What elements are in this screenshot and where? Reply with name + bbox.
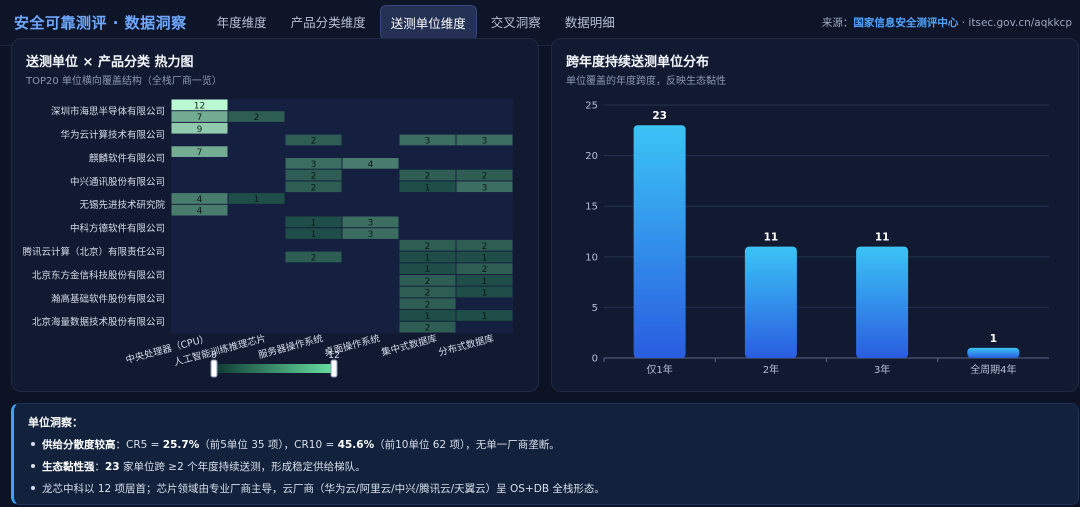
heatmap-row-label: 腾讯云计算（北京）有限责任公司 bbox=[22, 246, 165, 258]
bar-chart-panel: 跨年度持续送测单位分布 单位覆盖的年度跨度，反映生态黏性 0 5 10 15 20 25 2… bbox=[551, 38, 1079, 392]
heatmap-cell-value: 2 bbox=[482, 242, 488, 252]
y-tick-label: 20 bbox=[585, 151, 598, 162]
heatmap-cell-value: 1 bbox=[482, 289, 488, 299]
visual-map-max-handle[interactable] bbox=[330, 359, 338, 378]
bar-value-label: 11 bbox=[764, 232, 779, 244]
heatmap-column-label: 服务器操作系统 bbox=[257, 332, 325, 361]
heatmap-cell-value: 1 bbox=[425, 312, 431, 322]
heatmap-column-label: 人工智能训练推理芯片 bbox=[172, 332, 267, 368]
heatmap-chart: 127 292 3 373 42 2 22 1 34 141 31 32 22 1 11 22 12 121 12深… bbox=[22, 99, 513, 378]
visual-map-max-label: 12 bbox=[328, 350, 340, 361]
visual-map-min-handle[interactable] bbox=[210, 359, 218, 378]
x-category-label: 2年 bbox=[763, 363, 779, 376]
heatmap-cell-value: 2 bbox=[311, 136, 317, 146]
heatmap-row-label: 中兴通讯股份有限公司 bbox=[70, 176, 165, 188]
y-tick-label: 5 bbox=[592, 303, 598, 314]
bar-chart: 0 5 10 15 20 25 23 仅1年 11 2年 11 3年 1 全周期4年 bbox=[585, 101, 1049, 376]
bar[interactable] bbox=[967, 347, 1020, 358]
heatmap-cell-value: 1 bbox=[482, 277, 488, 287]
heatmap-cell-value: 2 bbox=[311, 253, 317, 263]
heatmap-cell-value: 12 bbox=[194, 101, 205, 111]
x-category-label: 仅1年 bbox=[646, 363, 672, 376]
bar[interactable] bbox=[744, 246, 797, 358]
heatmap-cell-value: 1 bbox=[254, 195, 260, 205]
data-source-credit: 来源：国家信息安全测评中心 · itsec.gov.cn/aqkkcp bbox=[822, 15, 1072, 30]
heatmap-cell-value: 3 bbox=[368, 218, 374, 228]
app-brand-title: 安全可靠测评 · 数据洞察 bbox=[14, 14, 187, 32]
heatmap-cell-value: 7 bbox=[197, 148, 203, 158]
heatmap-cell-value: 2 bbox=[425, 300, 431, 310]
heatmap-cell-value: 2 bbox=[425, 242, 431, 252]
y-tick-label: 25 bbox=[585, 101, 598, 112]
heatmap-cell-value: 1 bbox=[425, 253, 431, 263]
heatmap-cell-value: 1 bbox=[311, 230, 317, 240]
x-category-label: 全周期4年 bbox=[970, 363, 1016, 376]
tab-submitting-unit[interactable]: 送测单位维度 bbox=[379, 5, 477, 40]
heatmap-cell-value: 1 bbox=[425, 265, 431, 275]
bar-value-label: 23 bbox=[652, 110, 667, 122]
heatmap-cell-value: 1 bbox=[482, 253, 488, 263]
source-prefix: 来源： bbox=[821, 17, 854, 29]
tab-year[interactable]: 年度维度 bbox=[207, 5, 277, 40]
source-url: · itsec.gov.cn/aqkkcp bbox=[958, 17, 1072, 29]
bar-value-label: 1 bbox=[990, 333, 997, 345]
heatmap-cell-value: 2 bbox=[311, 183, 317, 193]
heatmap-row-label: 深圳市海思半导体有限公司 bbox=[51, 106, 165, 118]
heatmap-cell-value: 2 bbox=[425, 324, 431, 334]
nav-tabs: 年度维度 产品分类维度 送测单位维度 交叉洞察 数据明细 bbox=[207, 5, 625, 40]
heatmap-panel: 送测单位 × 产品分类 热力图 TOP20 单位横向覆盖结构（全栈厂商一览） 1… bbox=[11, 38, 539, 392]
heatmap-cell-value: 2 bbox=[311, 172, 317, 182]
tab-product-category[interactable]: 产品分类维度 bbox=[281, 5, 376, 40]
heatmap-cell-value: 3 bbox=[368, 230, 374, 240]
heatmap-row-label: 华为云计算技术有限公司 bbox=[60, 129, 165, 141]
bar[interactable] bbox=[633, 125, 686, 359]
insight-item: 供给分散度较高：CR5 = 25.7%（前5单位 35 项），CR10 = 45… bbox=[28, 437, 1064, 452]
heatmap-cell-value: 2 bbox=[254, 113, 260, 123]
insight-item: 龙芯中科以 12 项居首；芯片领域由专业厂商主导，云厂商（华为云/阿里云/中兴/… bbox=[28, 481, 1064, 496]
heatmap-cell-value: 2 bbox=[425, 277, 431, 287]
heatmap-cell-value: 2 bbox=[425, 172, 431, 182]
heatmap-cell-value: 2 bbox=[482, 265, 488, 275]
visual-map-gradient bbox=[215, 364, 333, 373]
heatmap-row-label: 北京海量数据技术股份有限公司 bbox=[32, 316, 165, 328]
heatmap-cell-value: 1 bbox=[425, 183, 431, 193]
heatmap-cell-value: 3 bbox=[311, 160, 317, 170]
heatmap-plot-bg bbox=[171, 99, 513, 333]
heatmap-cell-value: 4 bbox=[197, 207, 203, 217]
heatmap-row-label: 瀚高基础软件股份有限公司 bbox=[51, 293, 165, 305]
y-tick-label: 0 bbox=[592, 354, 598, 365]
y-tick-label: 15 bbox=[585, 202, 598, 213]
heatmap-column-label: 集中式数据库 bbox=[380, 332, 439, 358]
tab-cross-insight[interactable]: 交叉洞察 bbox=[481, 5, 551, 40]
heatmap-cell-value: 1 bbox=[311, 218, 317, 228]
heatmap-cell-value: 3 bbox=[482, 183, 488, 193]
heatmap-cell-value: 4 bbox=[368, 160, 374, 170]
heatmap-cell-value: 2 bbox=[425, 289, 431, 299]
tab-data-detail[interactable]: 数据明细 bbox=[555, 5, 625, 40]
heatmap-cell-value: 3 bbox=[425, 136, 431, 146]
insight-list: 供给分散度较高：CR5 = 25.7%（前5单位 35 项），CR10 = 45… bbox=[28, 437, 1064, 496]
heatmap-row-label: 北京东方金信科技股份有限公司 bbox=[32, 269, 165, 281]
insight-title: 单位洞察： bbox=[28, 416, 83, 429]
y-tick-label: 10 bbox=[585, 252, 598, 263]
visual-map-min-label: 0 bbox=[211, 350, 217, 361]
insight-item: 生态黏性强：23 家单位跨 ≥2 个年度持续送测，形成稳定供给梯队。 bbox=[28, 459, 1064, 474]
heatmap-cell-value: 3 bbox=[482, 136, 488, 146]
heatmap-column-label: 分布式数据库 bbox=[437, 332, 496, 358]
heatmap-cell-value: 7 bbox=[197, 113, 203, 123]
heatmap-cell-value: 4 bbox=[197, 195, 203, 205]
bar[interactable] bbox=[856, 246, 909, 358]
insight-box: 单位洞察： 供给分散度较高：CR5 = 25.7%（前5单位 35 项），CR1… bbox=[11, 403, 1079, 505]
heatmap-cell-value: 2 bbox=[482, 172, 488, 182]
heatmap-row-label: 无锡先进技术研究院 bbox=[79, 199, 165, 211]
heatmap-cell-value: 9 bbox=[197, 125, 203, 135]
bar-value-label: 11 bbox=[875, 232, 890, 244]
source-org-link[interactable]: 国家信息安全测评中心 bbox=[853, 17, 958, 29]
heatmap-row-label: 麒麟软件有限公司 bbox=[89, 152, 165, 164]
x-category-label: 3年 bbox=[874, 363, 890, 376]
heatmap-row-label: 中科方德软件有限公司 bbox=[70, 223, 165, 235]
heatmap-cell-value: 1 bbox=[482, 312, 488, 322]
